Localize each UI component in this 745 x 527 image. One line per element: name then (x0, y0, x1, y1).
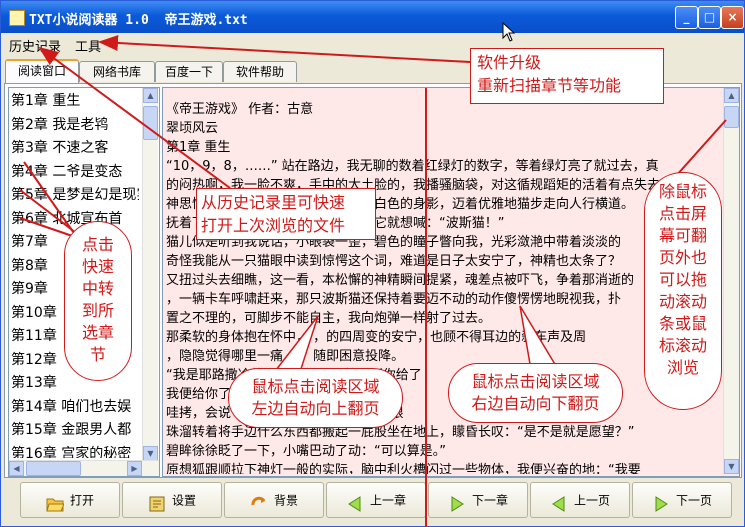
chapter-item[interactable]: 第15章 金跟男人都 (11, 419, 139, 443)
scroll-thumb[interactable] (724, 106, 739, 128)
reader-line: “10，9，8，……” 站在路边，我无聊的数着红绿灯的数字，等着绿灯亮了就过去，… (166, 159, 659, 174)
mouse-cursor-icon (502, 22, 516, 42)
tab-web-library[interactable]: 网络书库 (79, 61, 155, 82)
hscroll-thumb[interactable] (26, 461, 81, 476)
reader-line: ，一辆卡车呼啸赶来，那只波斯猫还保持着要迈不动的动作傻愣愣地睨视我，扑 (166, 292, 622, 307)
chapter-jump-callout: 点击快速中转到所选章节 (64, 221, 132, 381)
scroll-callout: 除鼠标点击屏幕可翻页外也可以拖动滚动条或鼠标滚动浏览 (644, 172, 722, 410)
next-page-button[interactable]: 下一页 (632, 482, 732, 518)
settings-icon (148, 492, 166, 511)
reader-line: 置之不理的，可脚步不能自主，我向炮弹一样射了过去。 (166, 311, 492, 326)
reader-line: 那柔软的身体抱在怀中， ，的四周变的安宁，也顾不得耳边的刹车声及周 (166, 330, 587, 345)
callout-line: 条或鼠 (658, 314, 707, 333)
scroll-thumb[interactable] (143, 106, 158, 140)
callout-line: 除鼠标 (658, 182, 707, 201)
callout-line: 选章 (81, 323, 114, 342)
scroll-left-arrow-icon[interactable]: ◀ (9, 461, 24, 476)
chapter-item[interactable]: 第6章 北城宣布首 (11, 208, 139, 232)
bottom-toolbar: 打开 设置 背景 上一章 下一章 上一页 下一页 (4, 479, 740, 521)
scroll-up-arrow-icon[interactable]: ▲ (143, 88, 158, 103)
scroll-up-arrow-icon[interactable]: ▲ (724, 88, 739, 103)
callout-line: 可以拖 (658, 270, 707, 289)
prev-page-button[interactable]: 上一页 (530, 482, 630, 518)
scroll-down-arrow-icon[interactable]: ▼ (724, 459, 739, 474)
scroll-right-arrow-icon[interactable]: ▶ (127, 461, 142, 476)
tab-help[interactable]: 软件帮助 (223, 61, 297, 82)
arrow-left-icon (550, 492, 568, 512)
window-title: TXT小说阅读器 1.0 帝王游戏.txt (29, 13, 248, 28)
reader-line: 奇怪我能从一只猫眼中读到惊愕这个词，难道是日子太安宁了，神精也太条了？ (166, 254, 622, 269)
chapter-hscrollbar[interactable]: ◀ ▶ (9, 460, 159, 476)
callout-line: 页外也 (658, 248, 707, 267)
callout-line: 标滚动 (658, 336, 707, 355)
arrow-right-icon (652, 492, 670, 512)
next-chapter-button[interactable]: 下一章 (428, 482, 528, 518)
chapter-item[interactable]: 第4章 二爷是变态 (11, 161, 139, 185)
chapter-item[interactable]: 第13章 (11, 372, 139, 396)
history-callout: 从历史记录里可快速 打开上次浏览的文件 (196, 188, 376, 240)
menu-history[interactable]: 历史记录 (9, 36, 61, 55)
callout-line: 节 (89, 345, 106, 364)
title-bar[interactable]: TXT小说阅读器 1.0 帝王游戏.txt _ □ × (1, 1, 744, 33)
page-up-callout: 鼠标点击阅读区域 左边自动向上翻页 (228, 368, 403, 428)
book-icon (9, 10, 25, 26)
close-button[interactable]: × (721, 6, 744, 29)
open-button[interactable]: 打开 (20, 482, 120, 518)
callout-line: 点击屏 (658, 204, 707, 223)
callout-line: 中转 (81, 279, 114, 298)
chapter-vscrollbar[interactable]: ▲ ▼ (142, 88, 158, 461)
reader-line: 翠顷风云 (166, 121, 219, 136)
callout-line: 快速 (81, 257, 114, 276)
maximize-button[interactable]: □ (698, 6, 721, 29)
menu-tools[interactable]: 工具 (75, 36, 101, 55)
chapter-item[interactable]: 第1章 重生 (11, 90, 139, 114)
prev-chapter-button[interactable]: 上一章 (326, 482, 426, 518)
arrow-left-icon (346, 492, 364, 512)
page-down-callout: 鼠标点击阅读区域 右边自动向下翻页 (448, 363, 623, 423)
minimize-button[interactable]: _ (675, 6, 698, 29)
callout-line: 动滚动 (658, 292, 707, 311)
chapter-item[interactable]: 第14章 咱们也去娱 (11, 396, 139, 420)
chapter-item[interactable]: 第5章 是梦是幻是现实 (11, 184, 139, 208)
chapter-item[interactable]: 第16章 宫家的秘密 (11, 443, 139, 459)
tools-callout: 软件升级 重新扫描章节等功能 (470, 48, 664, 104)
reader-line: 第1章 重生 (166, 140, 231, 155)
tab-baidu[interactable]: 百度一下 (155, 61, 223, 82)
folder-open-icon (46, 492, 65, 511)
settings-button[interactable]: 设置 (122, 482, 222, 518)
reader-vscrollbar[interactable]: ▲ ▼ (723, 88, 739, 474)
scroll-down-arrow-icon[interactable]: ▼ (143, 446, 158, 461)
reader-line: 原想狐跟顺拉下神灯一般的实际，脑中利火槽闪过一些物体，我便兴奋的地：“我要 (166, 463, 641, 474)
reader-line: ，隐隐觉得哪里一痛， ，随即困意投降。 (166, 349, 405, 364)
chapter-item[interactable]: 第3章 不速之客 (11, 137, 139, 161)
arrow-right-icon (448, 492, 466, 512)
reader-line: 又扭过头去细瞧，这一看，本松懈的神精瞬间提紧，魂差点被吓飞，争着那消逝的 (166, 273, 635, 288)
refresh-icon (250, 492, 268, 510)
background-button[interactable]: 背景 (224, 482, 324, 518)
callout-line: 浏览 (666, 358, 699, 377)
callout-line: 点击 (81, 235, 114, 254)
reader-line: 碧眸徐徐眨了一下，小嘴巴动了动：“可以算是。” (166, 444, 446, 459)
chapter-item[interactable]: 第2章 我是老鸨 (11, 114, 139, 138)
tab-reading[interactable]: 阅读窗口 (5, 59, 79, 84)
callout-line: 到所 (81, 301, 114, 320)
callout-line: 幕可翻 (658, 226, 707, 245)
